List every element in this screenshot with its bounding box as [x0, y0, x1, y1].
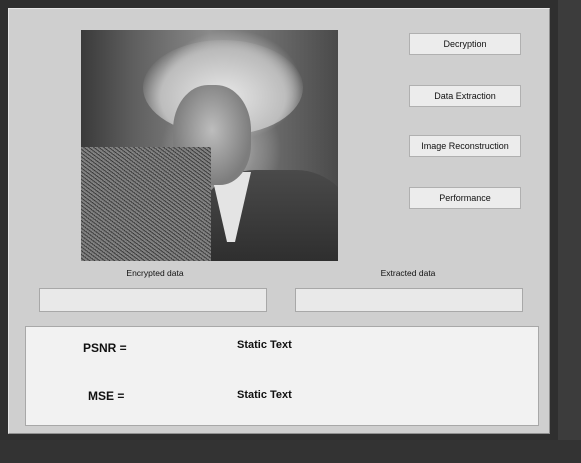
decryption-button[interactable]: Decryption: [409, 33, 521, 55]
encrypted-data-label: Encrypted data: [126, 268, 184, 278]
results-panel: PSNR = Static Text MSE = Static Text: [25, 326, 539, 426]
window-edge-right: [558, 0, 581, 463]
psnr-value: Static Text: [237, 339, 292, 351]
data-extraction-button[interactable]: Data Extraction: [409, 85, 521, 107]
extracted-data-label: Extracted data: [380, 268, 436, 278]
encrypted-data-field[interactable]: [39, 288, 267, 312]
psnr-label: PSNR =: [83, 341, 127, 355]
encrypted-noise-block: [81, 147, 211, 261]
image-reconstruction-button[interactable]: Image Reconstruction: [409, 135, 521, 157]
mse-value: Static Text: [237, 389, 292, 401]
performance-button[interactable]: Performance: [409, 187, 521, 209]
portrait-image: [81, 30, 338, 261]
window-edge-bottom: [0, 440, 581, 463]
mse-label: MSE =: [88, 389, 125, 403]
extracted-data-field[interactable]: [295, 288, 523, 312]
